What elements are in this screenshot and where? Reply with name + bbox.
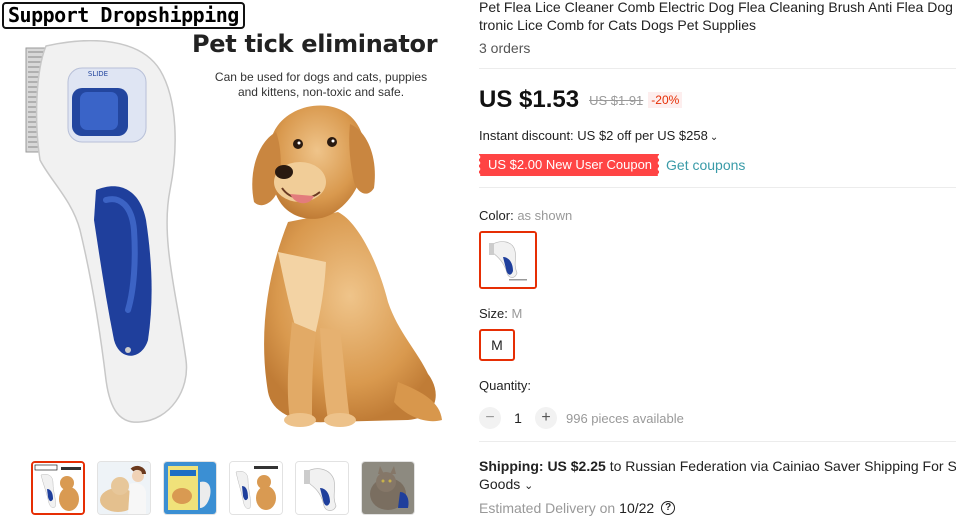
estimated-delivery: Estimated Delivery on 10/22 ? [479, 500, 676, 516]
quantity-decrease-button[interactable]: − [479, 407, 501, 429]
shipping-info: Shipping: US $2.25 to Russian Federation… [479, 457, 956, 495]
thumbnail-woman-dog-icon [98, 462, 150, 514]
quantity-label: Quantity: [479, 378, 532, 393]
golden-retriever-image [252, 105, 442, 427]
help-icon[interactable]: ? [661, 501, 676, 515]
thumbnail-2[interactable] [97, 461, 151, 515]
thumbnail-3[interactable] [163, 461, 217, 515]
size-option-m[interactable]: M [479, 329, 515, 361]
main-product-image[interactable]: Support Dropshipping Pet tick eliminator… [0, 0, 456, 450]
image-subtitle: Can be used for dogs and cats, puppies a… [214, 70, 428, 99]
quantity-increase-button[interactable]: + [535, 407, 557, 429]
new-user-coupon[interactable]: US $2.00 New User Coupon [477, 154, 660, 176]
original-price: US $1.91 [589, 92, 644, 108]
price-row: US $1.53 US $1.91 -20% [479, 86, 683, 114]
get-coupons-link[interactable]: Get coupons [666, 157, 745, 173]
device-slide-label: SLIDE [88, 70, 108, 78]
flea-comb-illustration: SLIDE [25, 40, 188, 423]
thumbnail-product-box-icon [164, 462, 216, 514]
thumbnail-6[interactable] [361, 461, 415, 515]
size-label-row: Size: M [479, 306, 522, 321]
quantity-stepper: − 1 + 996 pieces available [479, 407, 684, 429]
color-swatch-comb-icon [481, 233, 535, 287]
chevron-down-icon[interactable]: ⌄ [524, 480, 533, 492]
divider [479, 187, 956, 188]
product-info-panel: Pet Flea Lice Cleaner Comb Electric Dog … [477, 0, 956, 518]
product-title: Pet Flea Lice Cleaner Comb Electric Dog … [479, 0, 953, 33]
thumbnail-4[interactable] [229, 461, 283, 515]
color-label: Color: [479, 208, 514, 223]
dropshipping-badge: Support Dropshipping [2, 2, 245, 29]
quantity-value[interactable]: 1 [501, 410, 535, 426]
instant-discount[interactable]: Instant discount: US $2 off per US $258 ⌄ [479, 128, 718, 143]
delivery-date: 10/22 [619, 500, 655, 516]
thumbnail-comb-only-icon [296, 462, 348, 514]
thumbnail-comb-dog-alt-icon [230, 462, 282, 514]
chevron-down-icon: ⌄ [709, 132, 719, 143]
shipping-label: Shipping: [479, 458, 544, 474]
divider [479, 441, 956, 442]
thumbnail-cat-comb-icon [362, 462, 414, 514]
image-headline: Pet tick eliminator [192, 30, 438, 58]
color-label-row: Color: as shown [479, 208, 572, 223]
coupon-row: US $2.00 New User Coupon Get coupons [477, 154, 745, 176]
product-gallery: Support Dropshipping Pet tick eliminator… [0, 0, 456, 518]
instant-discount-text: Instant discount: US $2 off per US $258 [479, 128, 708, 143]
pieces-available: 996 pieces available [566, 410, 684, 426]
thumbnail-strip [31, 461, 415, 515]
size-value: M [511, 306, 523, 321]
orders-count: 3 orders [479, 40, 531, 56]
thumbnail-5[interactable] [295, 461, 349, 515]
color-value: as shown [517, 208, 573, 223]
discount-badge: -20% [648, 92, 683, 108]
divider [479, 68, 956, 69]
size-label: Size: [479, 306, 508, 321]
color-option-as-shown[interactable] [479, 231, 537, 289]
current-price: US $1.53 [479, 86, 580, 113]
thumbnail-1[interactable] [31, 461, 85, 515]
delivery-label: Estimated Delivery on [479, 500, 616, 516]
shipping-price: US $2.25 [547, 458, 606, 474]
thumbnail-comb-dog-icon [33, 463, 83, 513]
